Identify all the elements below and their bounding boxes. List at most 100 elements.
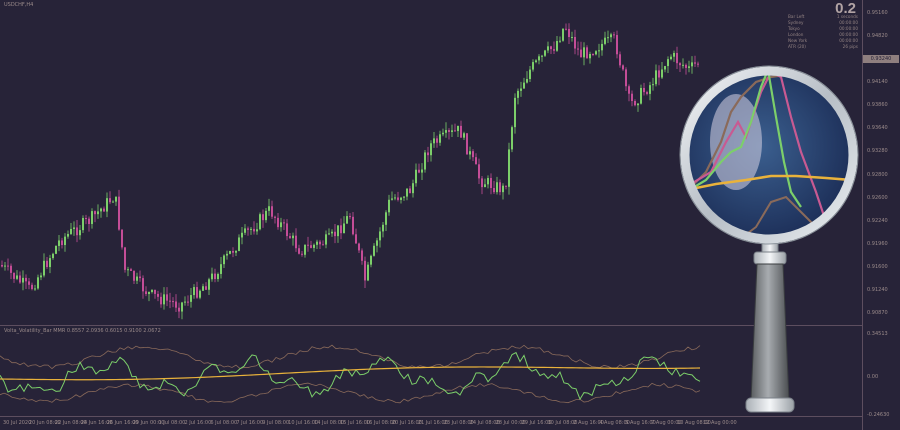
candle-body bbox=[598, 50, 600, 52]
candle-body bbox=[16, 275, 18, 279]
candle-body bbox=[589, 54, 591, 59]
candle-body bbox=[265, 210, 267, 221]
candle-body bbox=[91, 211, 93, 224]
candle-body bbox=[142, 278, 144, 292]
candle-body bbox=[382, 224, 384, 232]
price-tick-label: 0.92800 bbox=[867, 171, 888, 178]
session-info-panel: Bar Left 1 seconds Sydney 00:00:00 Tokyo 00… bbox=[788, 14, 858, 50]
candle-body bbox=[496, 182, 498, 193]
candle-body bbox=[514, 97, 516, 128]
price-tick-label: 0.94820 bbox=[867, 33, 888, 40]
candle-body bbox=[178, 307, 180, 312]
candle-body bbox=[346, 216, 348, 224]
candle-body bbox=[670, 56, 672, 60]
candle-body bbox=[532, 62, 534, 70]
candle-body bbox=[586, 47, 588, 59]
candle-body bbox=[511, 127, 513, 150]
time-tick-label: 1 Jul 08:00 bbox=[158, 420, 186, 426]
candle-body bbox=[604, 37, 606, 44]
candle-body bbox=[571, 36, 573, 38]
candle-body bbox=[418, 169, 420, 173]
candle-body bbox=[169, 300, 171, 302]
candle-body bbox=[562, 28, 564, 41]
candle-body bbox=[400, 197, 402, 200]
candle-body bbox=[76, 227, 78, 236]
candle-body bbox=[631, 93, 633, 101]
price-tick-label: 0.92600 bbox=[867, 194, 888, 201]
price-tick-label: 0.91600 bbox=[867, 263, 888, 270]
candle-body bbox=[469, 151, 471, 155]
candle-body bbox=[73, 227, 75, 229]
candle-body bbox=[325, 234, 327, 245]
candle-body bbox=[460, 125, 462, 138]
candle-body bbox=[175, 301, 177, 308]
candle-body bbox=[538, 56, 540, 61]
candle-body bbox=[499, 182, 501, 193]
candle-body bbox=[625, 69, 627, 87]
candle-body bbox=[667, 59, 669, 67]
candle-body bbox=[148, 292, 150, 295]
candle-body bbox=[196, 287, 198, 298]
candle-body bbox=[523, 82, 525, 89]
candle-body bbox=[124, 247, 126, 270]
time-tick-label: 7 Jul 16:00 bbox=[236, 420, 264, 426]
candle-body bbox=[13, 272, 15, 279]
info-row: ATR (20) 26 pips bbox=[788, 44, 858, 49]
candle-body bbox=[358, 243, 360, 251]
candle-body bbox=[172, 301, 174, 303]
candle-body bbox=[559, 40, 561, 42]
candle-body bbox=[283, 222, 285, 224]
time-tick-label: 6 Jul 08:00 bbox=[210, 420, 238, 426]
candle-body bbox=[211, 273, 213, 280]
candle-body bbox=[118, 196, 120, 230]
candle-body bbox=[10, 265, 12, 273]
candle-body bbox=[280, 222, 282, 228]
oscillator-line bbox=[0, 351, 701, 401]
candle-body bbox=[643, 87, 645, 93]
candle-body bbox=[7, 265, 9, 267]
candle-body bbox=[55, 245, 57, 254]
candle-body bbox=[106, 198, 108, 212]
candle-body bbox=[67, 233, 69, 237]
candle-body bbox=[487, 178, 489, 185]
candle-body bbox=[262, 214, 264, 221]
candle-body bbox=[616, 35, 618, 55]
candle-body bbox=[388, 199, 390, 213]
chart-window[interactable]: USDCHF,H4 0.2 Bar Left 1 seconds Sydney 00… bbox=[0, 0, 900, 430]
candle-body bbox=[556, 41, 558, 51]
candle-body bbox=[673, 52, 675, 57]
candle-body bbox=[613, 34, 615, 36]
candle-body bbox=[574, 36, 576, 49]
candle-body bbox=[37, 277, 39, 289]
candle-body bbox=[307, 244, 309, 246]
candle-body bbox=[1, 265, 3, 267]
candle-body bbox=[85, 218, 87, 220]
candle-body bbox=[517, 90, 519, 98]
candle-body bbox=[22, 277, 24, 283]
candle-body bbox=[547, 46, 549, 51]
candle-body bbox=[322, 244, 324, 246]
candle-body bbox=[334, 231, 336, 237]
candle-body bbox=[550, 46, 552, 50]
candle-body bbox=[70, 228, 72, 234]
candle-body bbox=[226, 253, 228, 256]
candle-body bbox=[247, 228, 249, 230]
candle-body bbox=[607, 37, 609, 39]
candle-body bbox=[421, 169, 423, 173]
candle-body bbox=[4, 265, 6, 267]
candle-body bbox=[139, 276, 141, 279]
candle-body bbox=[256, 229, 258, 232]
candle-body bbox=[160, 296, 162, 305]
price-tick-label: 0.93640 bbox=[867, 125, 888, 132]
candle-body bbox=[505, 185, 507, 187]
price-axis[interactable]: 0.951600.948200.945400.941400.938600.936… bbox=[862, 0, 900, 430]
candle-body bbox=[136, 276, 138, 281]
candle-body bbox=[40, 275, 42, 278]
candle-body bbox=[130, 269, 132, 271]
candle-body bbox=[376, 240, 378, 246]
candle-body bbox=[634, 100, 636, 106]
candle-body bbox=[472, 151, 474, 158]
candle-body bbox=[403, 196, 405, 198]
candle-body bbox=[253, 228, 255, 232]
candle-body bbox=[430, 143, 432, 156]
